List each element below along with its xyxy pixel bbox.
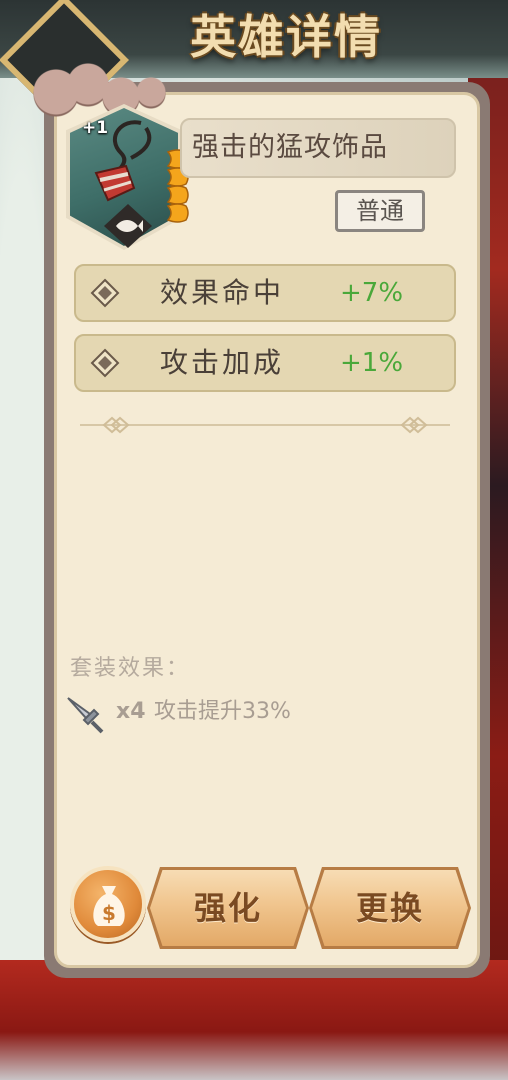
set-bonus-count: x4 [116,699,146,724]
money-bag-icon: $ [93,886,125,926]
svg-text:$: $ [102,901,116,925]
equipment-name: 强击的猛攻饰品 [192,132,388,163]
stat-label: 攻击加成 [160,346,285,379]
stat-label: 效果命中 [160,276,285,309]
fish-icon [116,220,143,232]
set-bonus-title: 套装效果： [70,656,191,681]
diamond-icon [90,348,120,378]
diamond-icon [90,278,120,308]
stat-value: +1% [340,348,404,378]
sword-icon [67,697,104,734]
set-bonus-effect: 攻击提升33% [154,699,291,724]
background-art-bottom [0,960,508,1080]
replace-button[interactable]: 更换 [309,867,471,949]
equipment-level: +1 [82,118,109,138]
page-title: 英雄详情 [190,10,382,64]
ornament-divider [80,416,450,434]
stat-row: 效果命中 +7% [74,264,456,322]
stat-row: 攻击加成 +1% [74,334,456,392]
upgrade-button[interactable]: 强化 [147,867,309,949]
sell-button[interactable]: $ [70,866,146,942]
upgrade-button-label: 强化 [193,889,262,927]
rarity-badge: 普通 [335,190,425,232]
replace-button-label: 更换 [355,889,424,927]
stat-value: +7% [340,278,404,308]
star-icon [166,203,189,223]
